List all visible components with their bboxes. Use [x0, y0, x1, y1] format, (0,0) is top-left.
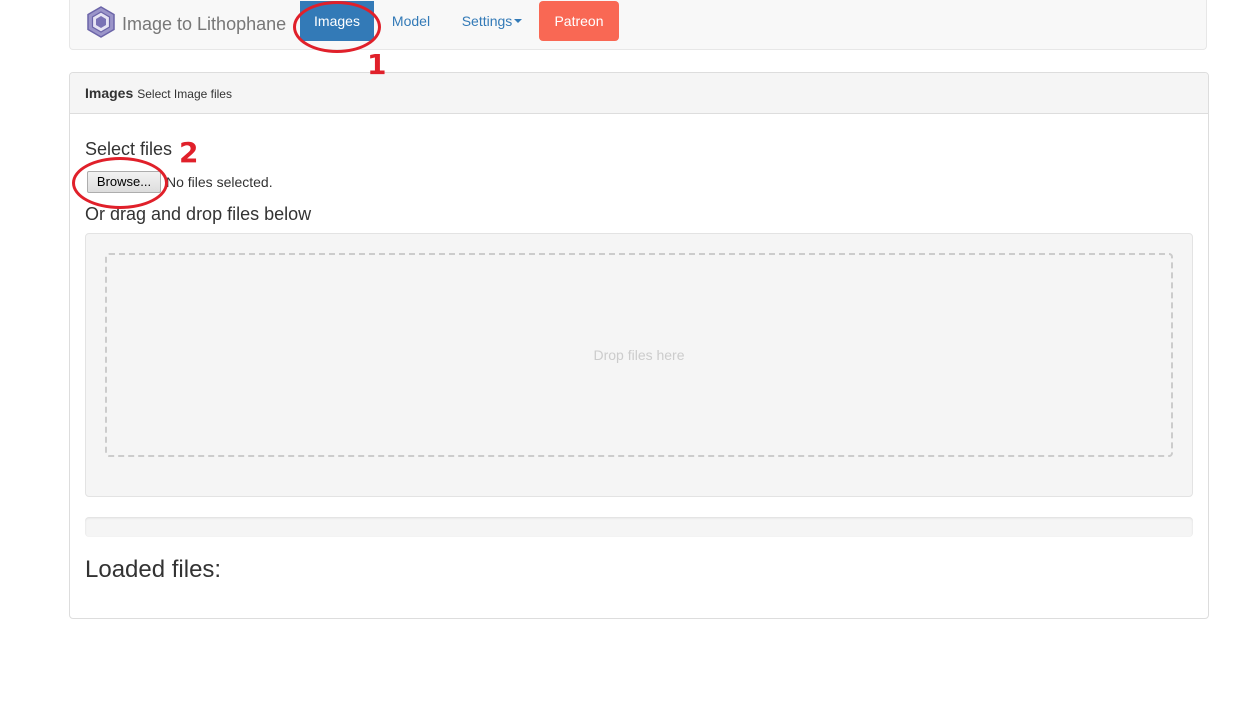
caret-down-icon [514, 19, 523, 24]
panel-heading-title: Images [85, 85, 134, 101]
tab-model-label: Model [391, 13, 431, 29]
tab-settings-dropdown[interactable]: Settings [453, 1, 531, 41]
annotation-number-2: 2 [179, 136, 199, 169]
patreon-button[interactable]: Patreon [539, 1, 619, 41]
drop-placeholder: Drop files here [593, 347, 685, 363]
lithophane-logo-icon [86, 5, 116, 43]
annotation-circle-2 [72, 157, 168, 209]
brand-title: Image to Lithophane [122, 13, 287, 34]
drop-zone[interactable]: Drop files here [105, 253, 1173, 457]
drop-well: Drop files here [85, 233, 1193, 497]
annotation-circle-1 [293, 1, 381, 53]
panel-heading: Images Select Image files [70, 73, 1208, 114]
panel-heading-subtitle: Select Image files [137, 87, 232, 101]
loaded-files-heading: Loaded files: [85, 556, 222, 583]
tab-settings-label: Settings [461, 13, 513, 29]
upload-progress-bar [85, 517, 1193, 537]
patreon-label: Patreon [554, 13, 604, 29]
annotation-number-1: 1 [367, 48, 387, 81]
images-panel: Images Select Image files Select files Br… [69, 72, 1209, 619]
navbar: Image to Lithophane Images Model Setting… [69, 0, 1207, 50]
file-status-text: No files selected. [166, 174, 273, 190]
brand-link[interactable]: Image to Lithophane [86, 5, 287, 43]
tab-model[interactable]: Model [382, 1, 440, 41]
